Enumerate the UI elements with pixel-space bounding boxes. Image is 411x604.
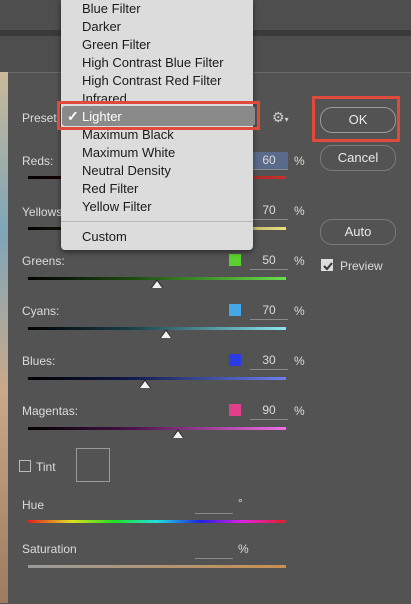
auto-button[interactable]: Auto xyxy=(320,219,396,245)
preset-label: Preset: xyxy=(22,111,61,125)
menu-item-darker[interactable]: Darker xyxy=(82,19,121,34)
cyans-value-field[interactable]: 70 xyxy=(250,302,288,320)
magentas-label: Magentas: xyxy=(22,404,79,418)
hue-value-field[interactable] xyxy=(195,496,233,514)
menu-item-red-filter[interactable]: Red Filter xyxy=(82,181,138,196)
greens-swatch xyxy=(229,254,241,266)
blues-unit: % xyxy=(294,354,305,368)
blues-slider-track[interactable] xyxy=(28,377,286,380)
menu-separator xyxy=(61,221,253,222)
tint-label: Tint xyxy=(36,460,56,474)
magentas-value-field[interactable]: 90 xyxy=(250,402,288,420)
cyans-label: Cyans: xyxy=(22,304,60,318)
yellows-value-field[interactable]: 70 xyxy=(250,202,288,220)
saturation-label: Saturation xyxy=(22,542,77,556)
magentas-swatch xyxy=(229,404,241,416)
menu-item-neutral-density[interactable]: Neutral Density xyxy=(82,163,171,178)
blues-value-field[interactable]: 30 xyxy=(250,352,288,370)
canvas-photo-edge xyxy=(0,72,8,603)
preset-options-gear-icon[interactable]: ⚙▾ xyxy=(272,109,289,126)
check-icon xyxy=(323,262,333,271)
menu-item-high-contrast-blue-filter[interactable]: High Contrast Blue Filter xyxy=(82,55,224,70)
saturation-unit: % xyxy=(238,542,249,556)
menu-item-blue-filter[interactable]: Blue Filter xyxy=(82,1,141,16)
menu-item-green-filter[interactable]: Green Filter xyxy=(82,37,151,52)
cyans-unit: % xyxy=(294,304,305,318)
magentas-unit: % xyxy=(294,404,305,418)
blues-label: Blues: xyxy=(22,354,56,368)
reds-label: Reds: xyxy=(22,154,54,168)
menu-item-custom[interactable]: Custom xyxy=(82,229,127,244)
yellows-label: Yellows: xyxy=(22,205,66,219)
tint-color-swatch[interactable] xyxy=(76,448,110,482)
cyans-swatch xyxy=(229,304,241,316)
saturation-slider-track[interactable] xyxy=(28,565,286,568)
preset-selection-highlight xyxy=(57,101,260,130)
greens-value-field[interactable]: 50 xyxy=(250,252,288,270)
reds-unit: % xyxy=(294,154,305,168)
cyans-slider-track[interactable] xyxy=(28,327,286,330)
hue-slider-track[interactable] xyxy=(28,520,286,523)
preview-label: Preview xyxy=(340,259,383,273)
menu-item-yellow-filter[interactable]: Yellow Filter xyxy=(82,199,152,214)
reds-value-field[interactable]: 60 xyxy=(250,152,288,170)
hue-unit: ° xyxy=(238,496,243,510)
yellows-unit: % xyxy=(294,204,305,218)
ok-button[interactable]: OK xyxy=(320,107,396,133)
tint-checkbox[interactable] xyxy=(19,460,31,472)
saturation-value-field[interactable] xyxy=(195,541,233,559)
magentas-slider-track[interactable] xyxy=(28,427,286,430)
greens-label: Greens: xyxy=(22,254,65,268)
menu-item-high-contrast-red-filter[interactable]: High Contrast Red Filter xyxy=(82,73,221,88)
cancel-button[interactable]: Cancel xyxy=(320,145,396,171)
menu-item-maximum-white[interactable]: Maximum White xyxy=(82,145,175,160)
hue-label: Hue xyxy=(22,498,45,512)
preview-checkbox[interactable] xyxy=(321,259,333,271)
greens-unit: % xyxy=(294,254,305,268)
blues-swatch xyxy=(229,354,241,366)
